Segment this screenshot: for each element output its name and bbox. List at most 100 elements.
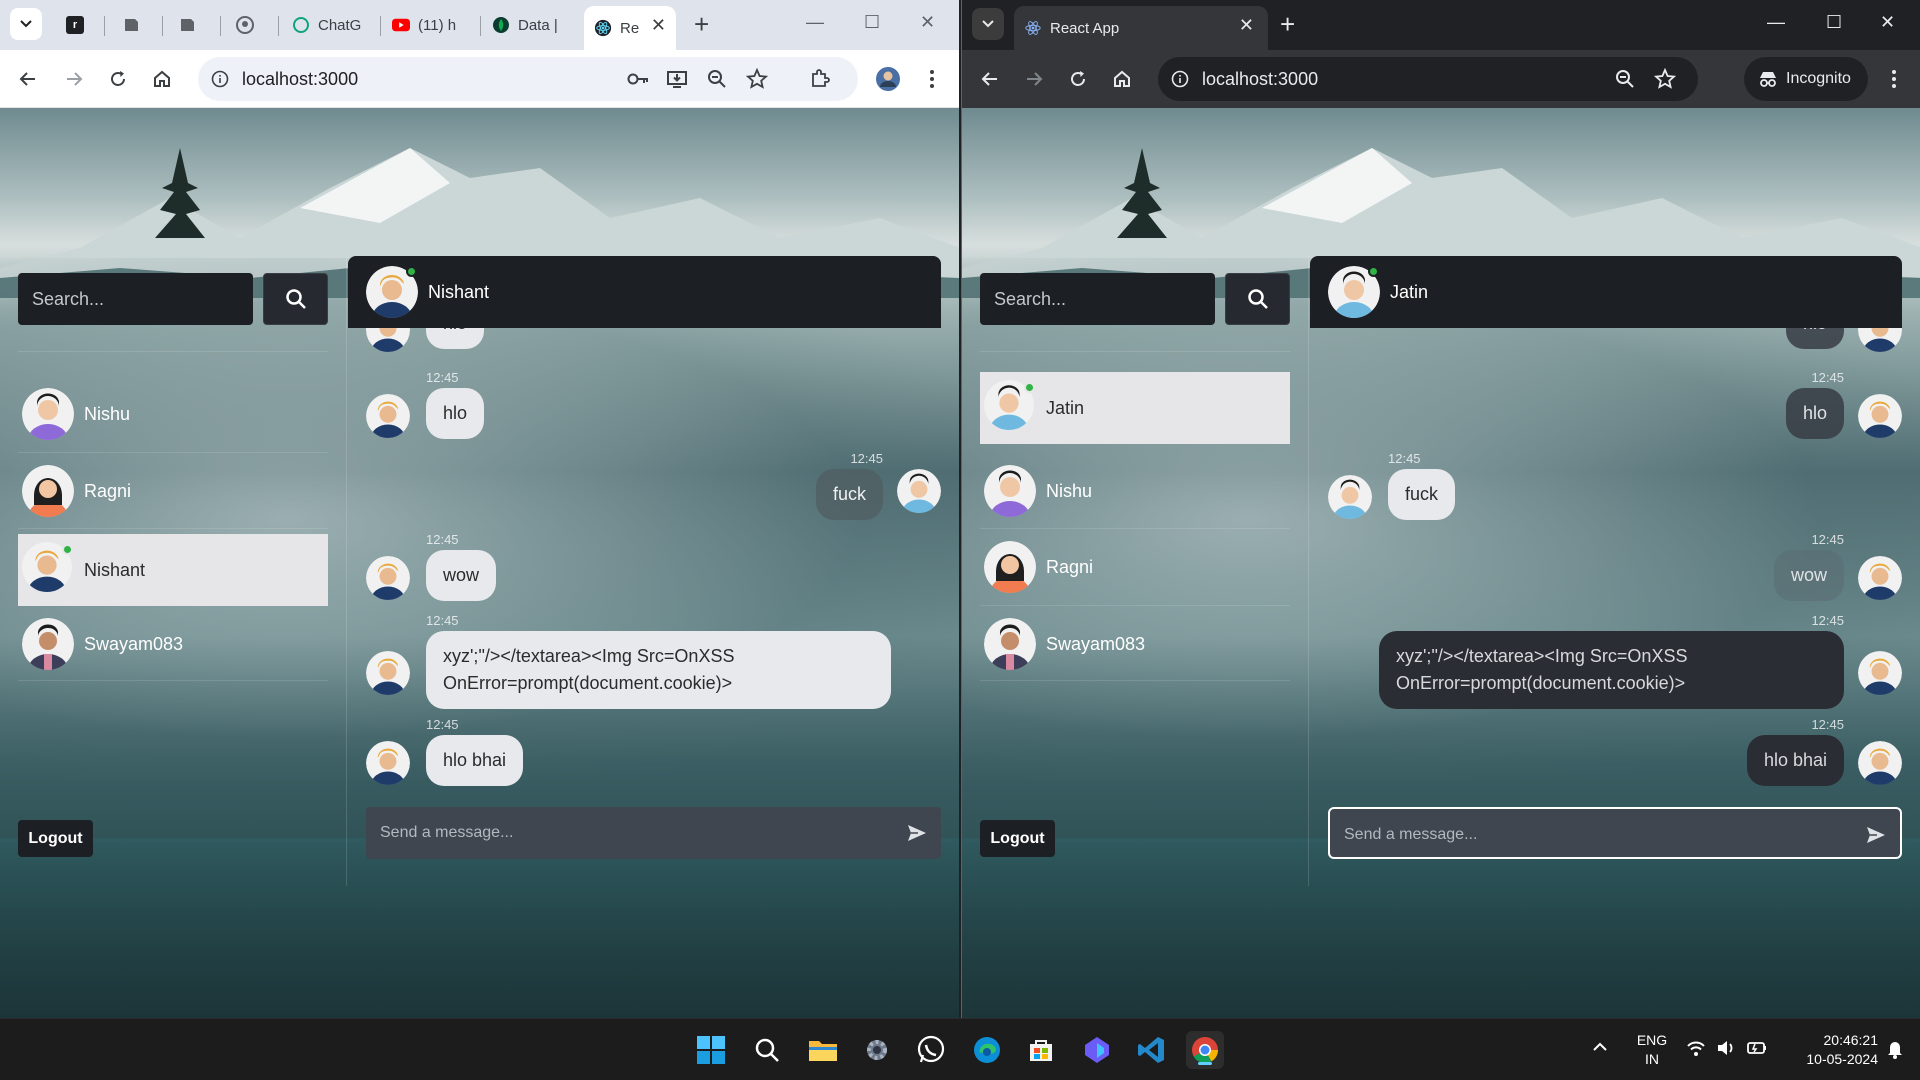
settings-icon[interactable]: [858, 1031, 896, 1069]
contact-item-nishu[interactable]: Nishu: [18, 378, 328, 450]
bookmark-star-icon[interactable]: [1653, 67, 1677, 95]
reload-button[interactable]: [1064, 65, 1092, 93]
contact-item-nishu[interactable]: Nishu: [980, 455, 1290, 527]
windows-taskbar: ENG IN 20:46:21 10-05-2024: [0, 1018, 1920, 1080]
message-row: 12:45 hlo: [348, 370, 941, 440]
browser-menu-button[interactable]: [1880, 65, 1908, 93]
site-info-icon[interactable]: [210, 69, 230, 89]
wifi-icon[interactable]: [1686, 1039, 1706, 1062]
whatsapp-icon[interactable]: [912, 1031, 950, 1069]
close-window-icon[interactable]: ✕: [920, 12, 935, 33]
message-input[interactable]: [1344, 809, 1800, 861]
tab-3[interactable]: [226, 8, 270, 42]
address-bar[interactable]: localhost:3000: [198, 57, 858, 101]
search-button[interactable]: [263, 273, 328, 325]
language-indicator[interactable]: ENG IN: [1634, 1031, 1670, 1069]
back-button[interactable]: [976, 65, 1004, 93]
clock[interactable]: 20:46:21 10-05-2024: [1782, 1031, 1878, 1069]
search-icon[interactable]: [748, 1031, 786, 1069]
zoom-icon[interactable]: [706, 68, 728, 95]
reload-button[interactable]: [104, 65, 132, 93]
message-avatar: [366, 741, 410, 785]
search-icon: [1247, 289, 1268, 309]
message-bubble: fuck: [1388, 469, 1456, 520]
volume-icon[interactable]: [1716, 1039, 1736, 1062]
logout-button[interactable]: Logout: [18, 820, 93, 857]
tab-search-button[interactable]: [10, 8, 42, 40]
install-app-icon[interactable]: [666, 69, 688, 94]
logout-button[interactable]: Logout: [980, 820, 1055, 857]
new-tab-button[interactable]: +: [694, 11, 709, 37]
tab-7-active[interactable]: Re ✕: [584, 6, 676, 50]
panel-divider: [346, 256, 347, 886]
tab-1[interactable]: [112, 8, 156, 42]
search-button[interactable]: [1225, 273, 1290, 325]
tab-0[interactable]: r: [56, 8, 96, 42]
close-tab-icon[interactable]: ✕: [1239, 16, 1254, 34]
address-bar[interactable]: localhost:3000: [1158, 57, 1698, 101]
tab-2[interactable]: [168, 8, 212, 42]
show-hidden-icons-chevron-icon[interactable]: [1592, 1039, 1608, 1060]
chat-header: Nishant: [348, 256, 941, 328]
incognito-icon: [1760, 72, 1776, 87]
tab-label: Re: [620, 19, 640, 37]
tab-react-app[interactable]: React App ✕: [1014, 6, 1268, 50]
edge-icon[interactable]: [968, 1031, 1006, 1069]
contact-item-swayam083[interactable]: Swayam083: [980, 608, 1290, 680]
contact-item-jatin[interactable]: Jatin: [980, 372, 1290, 444]
tab-5[interactable]: (11) h: [382, 8, 474, 42]
bookmark-star-icon[interactable]: [745, 67, 769, 95]
maximize-icon[interactable]: ☐: [1826, 12, 1842, 33]
contact-item-swayam083[interactable]: Swayam083: [18, 608, 328, 680]
windows-start-icon[interactable]: [692, 1031, 730, 1069]
extensions-button[interactable]: [806, 65, 834, 93]
message-row: 12:45 fuck: [1310, 451, 1902, 521]
browser-menu-button[interactable]: [918, 65, 946, 93]
message-bubble: wow: [1773, 550, 1844, 601]
tab-search-button[interactable]: [972, 8, 1004, 40]
message-avatar: [897, 469, 941, 513]
search-input[interactable]: [980, 273, 1215, 325]
profile-avatar[interactable]: [874, 65, 902, 93]
tab-separator: [220, 16, 221, 36]
close-tab-icon[interactable]: ✕: [651, 16, 666, 34]
maximize-icon[interactable]: ☐: [864, 12, 880, 33]
minimize-icon[interactable]: —: [1767, 12, 1785, 33]
forward-button[interactable]: [60, 65, 88, 93]
contact-item-ragni[interactable]: Ragni: [18, 455, 328, 527]
message-text-line: OnError=prompt(document.cookie)>: [1396, 673, 1686, 693]
tab-label: React App: [1050, 19, 1120, 37]
new-tab-button[interactable]: +: [1280, 11, 1295, 37]
sidebar-divider: [980, 605, 1290, 606]
browser-toolbar: localhost:3000 Incognito: [962, 50, 1920, 108]
contact-item-ragni[interactable]: Ragni: [980, 531, 1290, 603]
forward-button[interactable]: [1020, 65, 1048, 93]
send-icon[interactable]: [905, 821, 929, 845]
avatar: [22, 388, 74, 440]
message-time: 12:45: [426, 613, 459, 628]
vscode-icon[interactable]: [1132, 1031, 1170, 1069]
zoom-icon[interactable]: [1614, 68, 1636, 95]
store-icon[interactable]: [1022, 1031, 1060, 1069]
message-bubble: hlo bhai: [1746, 735, 1844, 786]
close-window-icon[interactable]: ✕: [1880, 12, 1895, 33]
tab-4[interactable]: ChatG: [282, 8, 374, 42]
file-explorer-icon[interactable]: [804, 1031, 842, 1069]
search-input[interactable]: [18, 273, 253, 325]
site-info-icon[interactable]: [1170, 69, 1190, 89]
notification-bell-icon[interactable]: [1886, 1039, 1904, 1064]
chrome-icon[interactable]: [1186, 1031, 1224, 1069]
send-icon[interactable]: [1864, 823, 1888, 847]
copilot-icon[interactable]: [1078, 1031, 1116, 1069]
home-button[interactable]: [1108, 65, 1136, 93]
tab-6[interactable]: Data |: [482, 8, 570, 42]
message-row-outgoing: 12:45 fuck: [348, 451, 941, 521]
contact-item-nishant[interactable]: Nishant: [18, 534, 328, 606]
message-input[interactable]: [380, 807, 840, 859]
minimize-icon[interactable]: —: [806, 12, 824, 33]
back-button[interactable]: [14, 65, 42, 93]
password-key-icon[interactable]: [626, 69, 650, 94]
home-button[interactable]: [148, 65, 176, 93]
battery-icon[interactable]: [1746, 1039, 1768, 1062]
incognito-indicator[interactable]: Incognito: [1744, 57, 1868, 101]
